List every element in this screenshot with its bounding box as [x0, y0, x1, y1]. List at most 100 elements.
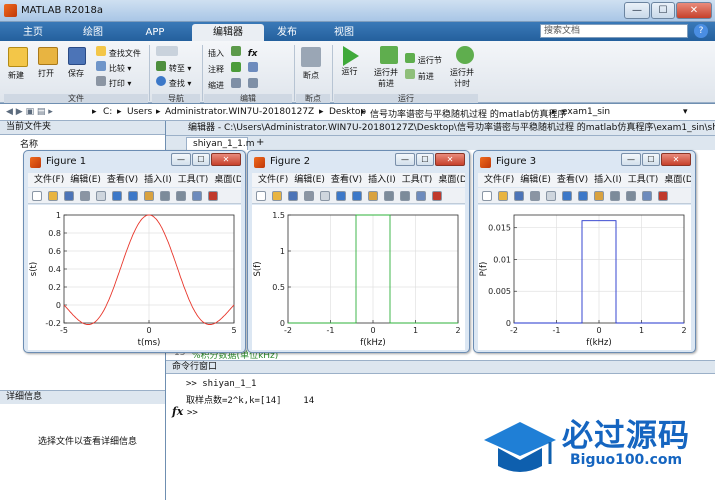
maximize-button[interactable]: ☐ [651, 2, 675, 19]
figure-tool-icon[interactable] [48, 191, 58, 201]
goto-button[interactable]: 转至 ▾ [156, 61, 191, 74]
figure-tool-icon[interactable] [272, 191, 282, 201]
nav-buttons-icon[interactable]: ◀ ▶ ▣ ▤ ▸ [6, 107, 53, 117]
comment-button[interactable]: 注释 [208, 62, 258, 75]
figure-tool-icon[interactable] [128, 191, 138, 201]
figure-tool-icon[interactable] [208, 191, 218, 201]
figure-tool-icon[interactable] [368, 191, 378, 201]
figure-tool-icon[interactable] [192, 191, 202, 201]
figure-menu-item[interactable]: 插入(I) [594, 175, 622, 185]
figure-tool-icon[interactable] [80, 191, 90, 201]
figure-tool-icon[interactable] [432, 191, 442, 201]
figure-window-1[interactable]: Figure 1 — ☐ ✕ 文件(F) 编辑(E) 查看(V) 插入(I) 工具(T) 桌面(D… [23, 150, 246, 353]
figure-tool-icon[interactable] [546, 191, 556, 201]
figure-menu-item[interactable]: 查看(V) [107, 175, 138, 185]
fx-icon[interactable]: fx [172, 405, 183, 418]
figure-tool-icon[interactable] [594, 191, 604, 201]
figure-menu-item[interactable]: 桌面(D) [214, 175, 241, 185]
figure-tool-icon[interactable] [352, 191, 362, 201]
run-button[interactable]: 运行 [340, 46, 359, 77]
figure-menu-item[interactable]: 插入(I) [144, 175, 172, 185]
help-icon[interactable]: ? [694, 24, 708, 38]
tab-plots[interactable]: 绘图 [64, 24, 122, 41]
figure-maximize-button[interactable]: ☐ [416, 153, 434, 166]
figure-tool-icon[interactable] [144, 191, 154, 201]
figure-tool-icon[interactable] [610, 191, 620, 201]
figure-menu-item[interactable]: 工具(T) [402, 175, 433, 185]
figure-menu-item[interactable]: 查看(V) [557, 175, 588, 185]
figure-tool-icon[interactable] [400, 191, 410, 201]
close-button[interactable]: ✕ [676, 2, 712, 19]
figure-tool-icon[interactable] [658, 191, 668, 201]
find-files-button[interactable]: 查找文件 [96, 46, 141, 59]
figure-menu-item[interactable]: 工具(T) [628, 175, 659, 185]
insert-button[interactable]: 插入 fx [208, 46, 257, 59]
figure-window-2[interactable]: Figure 2 — ☐ ✕ 文件(F) 编辑(E) 查看(V) 插入(I) 工具(T) 桌面(D… [247, 150, 470, 353]
tab-editor[interactable]: 编辑器 [192, 24, 264, 41]
figure-tool-icon[interactable] [562, 191, 572, 201]
figure-menu-item[interactable]: 工具(T) [178, 175, 209, 185]
figure-menu-item[interactable]: 编辑(E) [294, 175, 325, 185]
breadcrumb-5[interactable]: exam1_sin [562, 107, 610, 117]
figure-canvas[interactable]: -5 0 5 -0.2 0 0.2 0.4 0.6 0.8 1 t(ms) s(t) [28, 205, 241, 350]
figure-tool-icon[interactable] [256, 191, 266, 201]
tab-view[interactable]: 视图 [322, 24, 366, 41]
figure-canvas[interactable]: -2 -1 0 1 2 0 0.005 0.01 0.015 f(kHz) P(f) [478, 205, 691, 350]
figure-minimize-button[interactable]: — [171, 153, 191, 166]
run-time-button[interactable]: 运行并 计时 [450, 46, 474, 89]
tab-home[interactable]: 主页 [5, 24, 61, 41]
tab-apps[interactable]: APP [126, 24, 184, 41]
run-advance-button[interactable]: 运行并 前进 [374, 46, 398, 89]
figure-maximize-button[interactable]: ☐ [192, 153, 210, 166]
breadcrumb-0[interactable]: C: [103, 107, 112, 117]
figure-tool-icon[interactable] [530, 191, 540, 201]
figure-tool-icon[interactable] [336, 191, 346, 201]
figure-tool-icon[interactable] [112, 191, 122, 201]
breadcrumb-4[interactable]: 信号功率谱密与平稳随机过程 的matlab仿真程序 [370, 107, 566, 120]
command-prompt[interactable]: >> [187, 408, 198, 418]
editor-tab-shiyan[interactable]: shiyan_1_1.m ✕ [186, 137, 255, 161]
breakpoints-button[interactable]: 断点 [301, 47, 321, 81]
tab-publish[interactable]: 发布 [266, 24, 308, 41]
figure-menu-item[interactable]: 文件(F) [34, 175, 64, 185]
indent-button[interactable]: 缩进 [208, 78, 258, 91]
figure-menu-item[interactable]: 编辑(E) [70, 175, 101, 185]
figure-menu-item[interactable]: 查看(V) [331, 175, 362, 185]
figure-close-button[interactable]: ✕ [435, 153, 465, 166]
address-dropdown-icon[interactable]: ▾ [683, 107, 688, 117]
figure-menu-item[interactable]: 插入(I) [368, 175, 396, 185]
figure-tool-icon[interactable] [320, 191, 330, 201]
save-button[interactable]: 保存 [68, 47, 86, 79]
figure-menu-item[interactable]: 桌面(D) [664, 175, 691, 185]
figure-tool-icon[interactable] [416, 191, 426, 201]
new-button[interactable]: 新建 [8, 47, 28, 81]
figure-tool-icon[interactable] [482, 191, 492, 201]
figure-tool-icon[interactable] [288, 191, 298, 201]
figure-tool-icon[interactable] [642, 191, 652, 201]
figure-close-button[interactable]: ✕ [661, 153, 691, 166]
figure-tool-icon[interactable] [578, 191, 588, 201]
figure-menu-item[interactable]: 文件(F) [484, 175, 514, 185]
search-docs-input[interactable]: 搜索文档 [540, 24, 688, 38]
figure-menu-item[interactable]: 文件(F) [258, 175, 288, 185]
column-header-name[interactable]: 名称 [20, 137, 38, 150]
nav-arrows[interactable] [156, 46, 178, 59]
figure-minimize-button[interactable]: — [621, 153, 641, 166]
figure-maximize-button[interactable]: ☐ [642, 153, 660, 166]
find-button[interactable]: 查找 ▾ [156, 76, 191, 89]
figure-tool-icon[interactable] [304, 191, 314, 201]
figure-close-button[interactable]: ✕ [211, 153, 241, 166]
figure-tool-icon[interactable] [96, 191, 106, 201]
breadcrumb-2[interactable]: Administrator.WIN7U-20180127Z [165, 107, 314, 117]
figure-menu-item[interactable]: 编辑(E) [520, 175, 551, 185]
figure-tool-icon[interactable] [514, 191, 524, 201]
figure-tool-icon[interactable] [176, 191, 186, 201]
advance-button[interactable]: 前进 [405, 69, 434, 82]
print-button[interactable]: 打印 ▾ [96, 76, 131, 89]
figure-window-3[interactable]: Figure 3 — ☐ ✕ 文件(F) 编辑(E) 查看(V) 插入(I) 工具(T) 桌面(D… [473, 150, 696, 353]
figure-menu-item[interactable]: 桌面(D) [438, 175, 465, 185]
run-section-button[interactable]: 运行节 [405, 53, 442, 66]
figure-tool-icon[interactable] [626, 191, 636, 201]
figure-tool-icon[interactable] [160, 191, 170, 201]
figure-tool-icon[interactable] [384, 191, 394, 201]
